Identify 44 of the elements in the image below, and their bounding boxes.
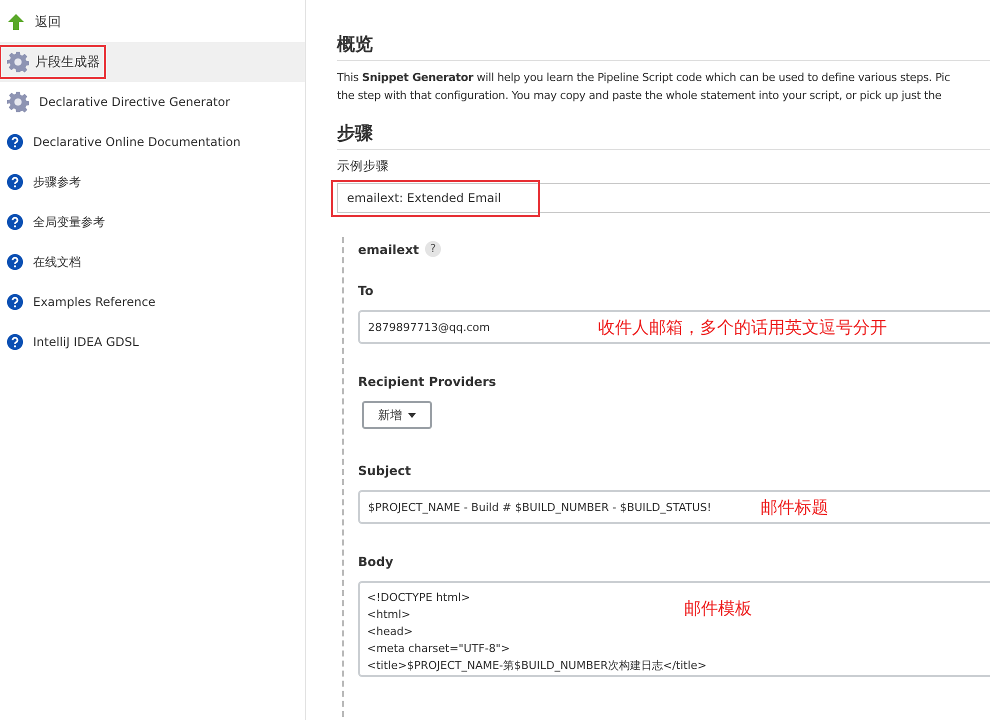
help-icon	[7, 254, 23, 270]
item-label: 在线文档	[32, 254, 82, 270]
item-label: 返回	[34, 14, 62, 32]
description-text: This Snippet Generator will help you learn the Pipeline Script code which can be used to define various steps. Pic	[337, 70, 952, 86]
step-title: emailext	[358, 242, 420, 256]
step-select[interactable]: emailext: Extended Email	[337, 183, 990, 213]
help-button[interactable]: ?	[425, 241, 442, 257]
help-icon	[7, 134, 23, 150]
sidebar-item[interactable]: 全局变量参考	[0, 202, 305, 242]
sidebar-item[interactable]: 步骤参考	[0, 162, 305, 202]
description-text: the step with that configuration. You may copy and paste the whole statement into your script, or pick up just the	[337, 88, 942, 104]
item-label: 片段生成器	[1, 47, 104, 77]
help-icon	[7, 334, 23, 350]
item-label: Declarative Directive Generator	[38, 94, 232, 111]
up-arrow-icon	[7, 13, 25, 31]
sidebar-item[interactable]: Examples Reference	[0, 282, 305, 322]
field-label: Subject	[358, 463, 412, 478]
annotation-text: 收件人邮箱，多个的话用英文逗号分开	[598, 317, 887, 339]
add-dropdown-button[interactable]: 新增	[362, 401, 432, 429]
gear-icon	[7, 91, 29, 113]
sidebar-item[interactable]: 返回	[0, 2, 305, 42]
help-icon	[7, 174, 23, 190]
section-heading: 概览	[337, 32, 990, 61]
help-icon	[7, 294, 23, 310]
item-label: IntelliJ IDEA GDSL	[32, 334, 140, 351]
annotation-text: 邮件标题	[760, 497, 829, 519]
section-heading: 步骤	[337, 121, 990, 150]
item-label: Declarative Online Documentation	[32, 134, 242, 151]
field-label: Body	[358, 554, 394, 569]
gear-icon	[7, 51, 29, 73]
sidebar-item[interactable]: Declarative Online Documentation	[0, 122, 305, 162]
item-label: 全局变量参考	[32, 214, 106, 230]
help-icon	[7, 214, 23, 230]
item-label: 步骤参考	[32, 174, 82, 190]
sidebar-item[interactable]: Declarative Directive Generator	[0, 82, 305, 122]
field-label: 示例步骤	[337, 158, 390, 175]
field-label: To	[358, 283, 374, 298]
sidebar-item[interactable]: 在线文档	[0, 242, 305, 282]
caret-icon	[408, 412, 416, 418]
field-label: Recipient Providers	[358, 374, 498, 389]
sidebar-item[interactable]: IntelliJ IDEA GDSL	[0, 322, 305, 362]
sidebar-item[interactable]: 片段生成器	[0, 42, 305, 82]
item-label: Examples Reference	[32, 294, 157, 311]
annotation-text: 邮件模板	[684, 598, 752, 620]
